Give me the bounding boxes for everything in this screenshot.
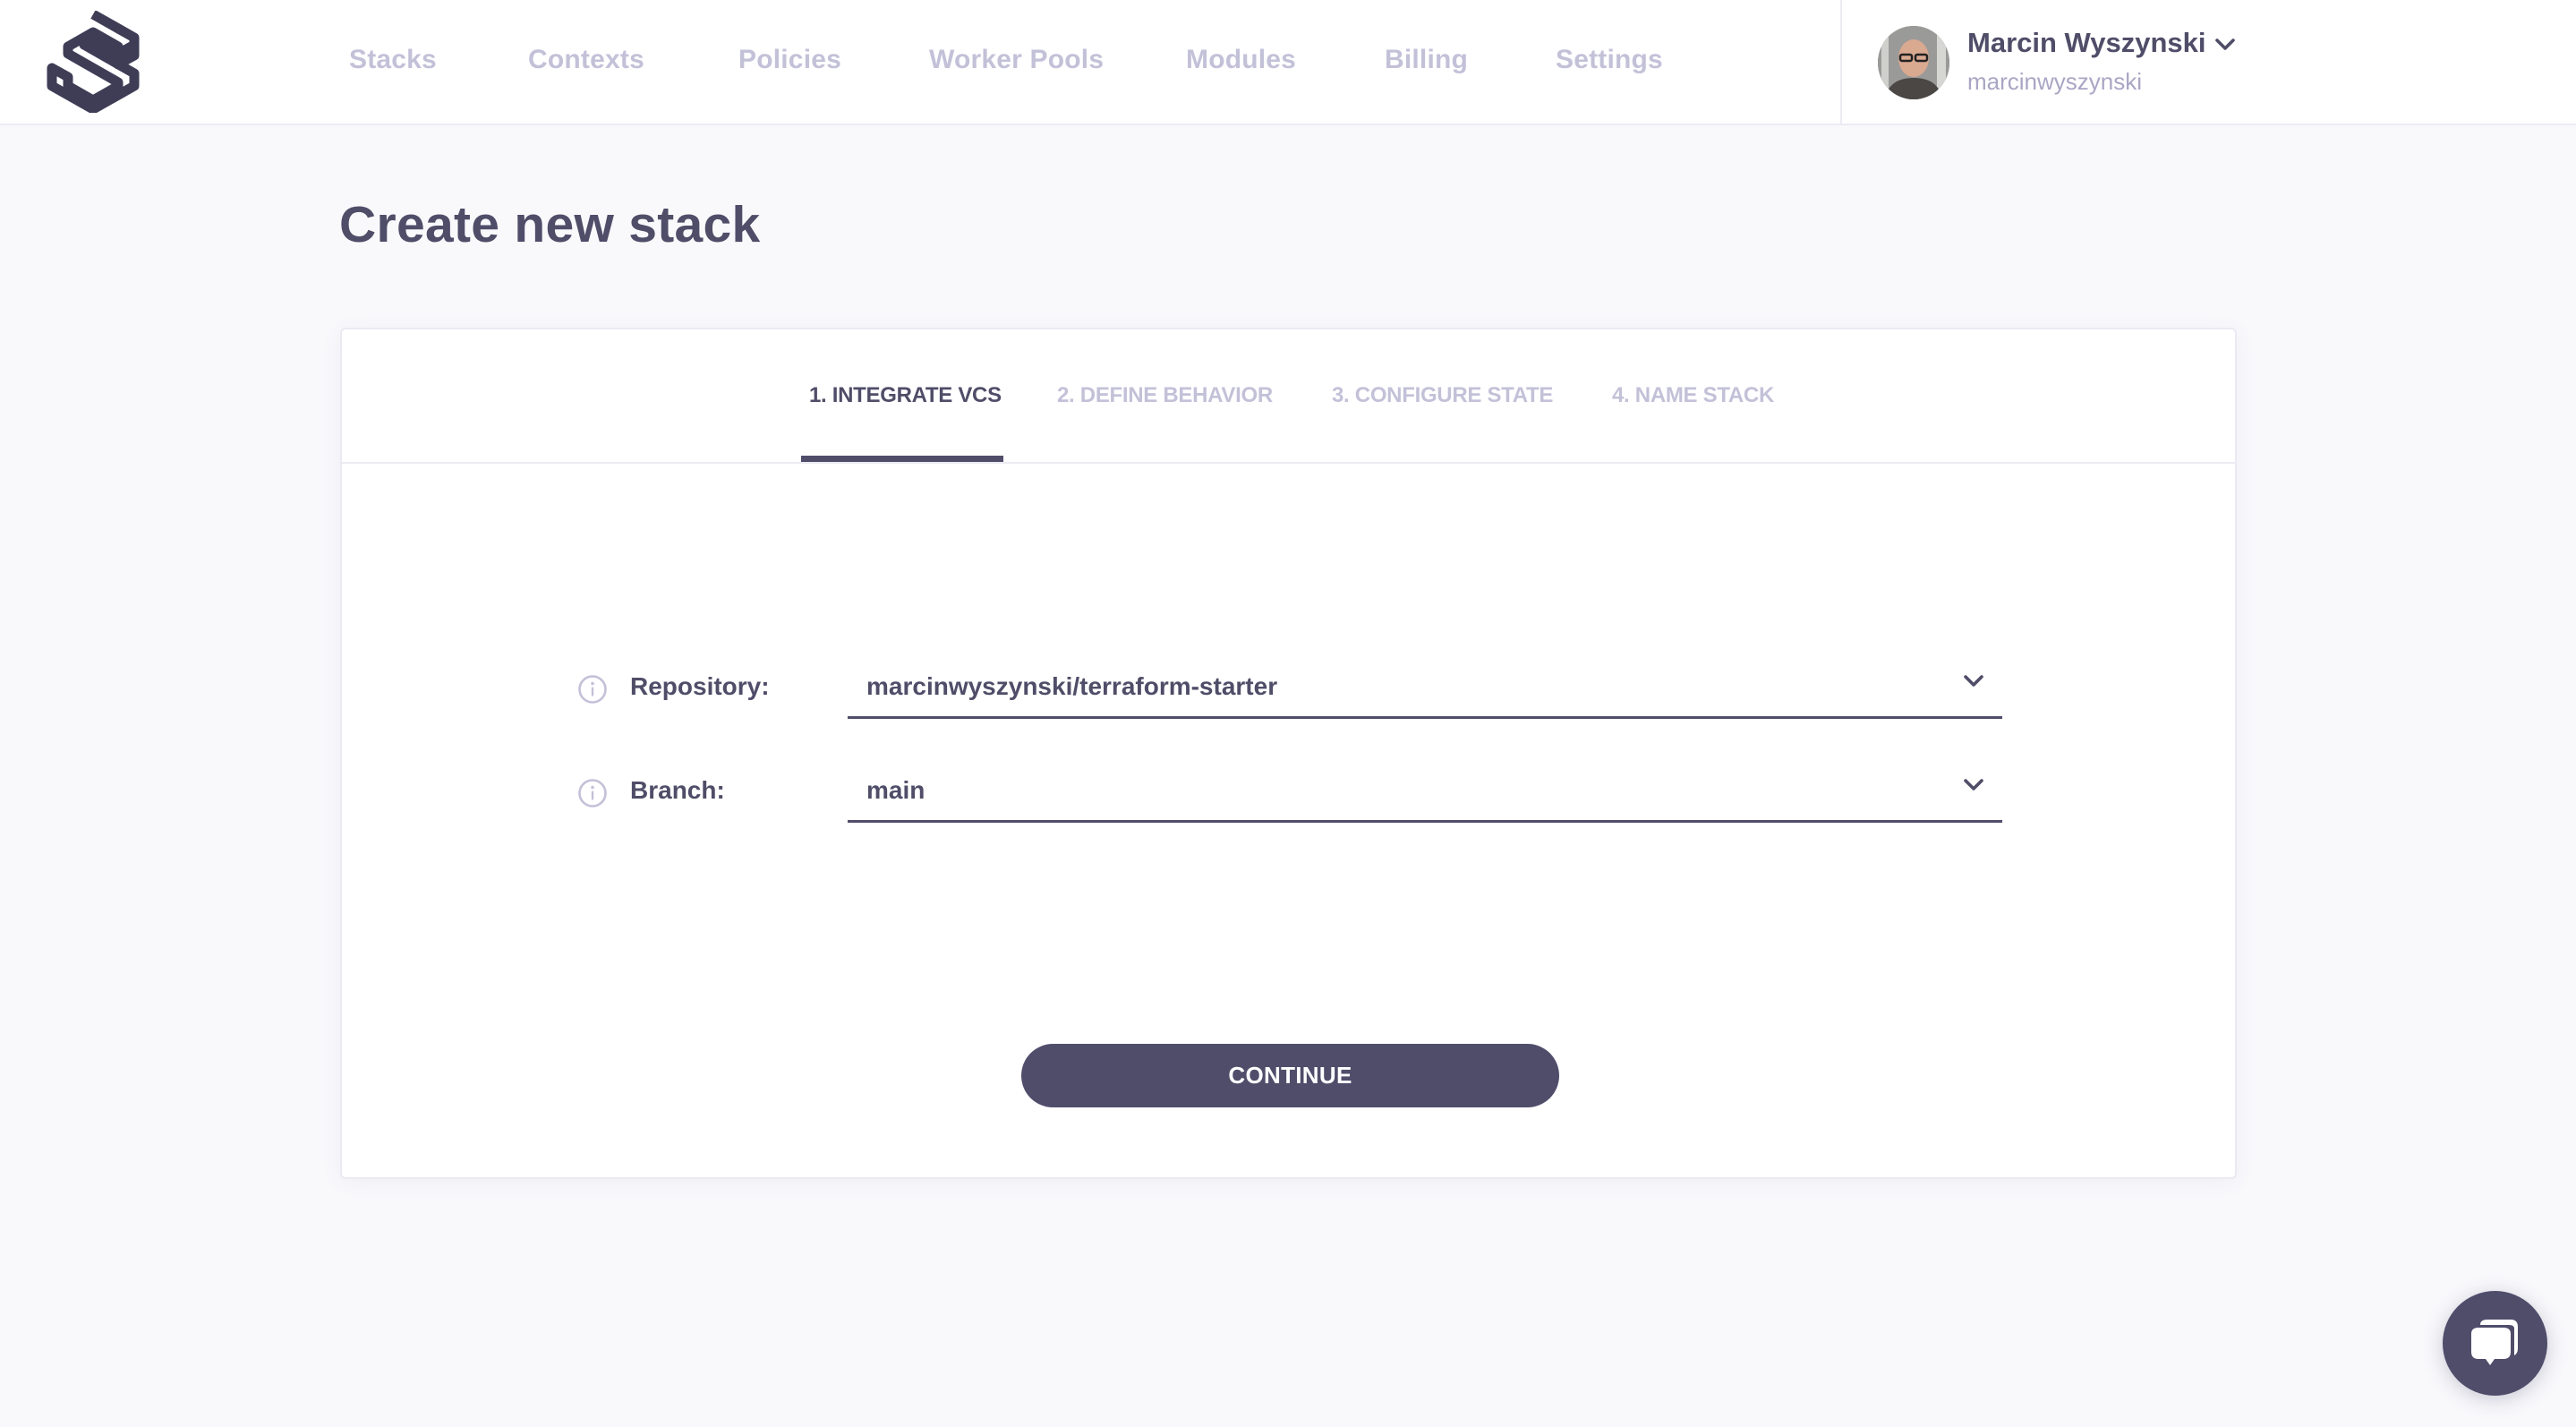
branch-row: Branch: main bbox=[342, 763, 2235, 834]
page-title: Create new stack bbox=[339, 196, 761, 253]
nav-stacks[interactable]: Stacks bbox=[349, 45, 437, 75]
active-tab-indicator bbox=[801, 456, 1003, 462]
repository-value: marcinwyszynski/terraform-starter bbox=[866, 672, 1278, 700]
tab-name-stack[interactable]: 4. NAME STACK bbox=[1612, 383, 1774, 408]
wizard-tabs: 1. INTEGRATE VCS 2. DEFINE BEHAVIOR 3. C… bbox=[342, 329, 2235, 464]
repository-row: Repository: marcinwyszynski/terraform-st… bbox=[342, 659, 2235, 731]
branch-label: Branch: bbox=[630, 776, 725, 804]
user-name: Marcin Wyszynski bbox=[1967, 27, 2206, 58]
branch-select[interactable]: main bbox=[848, 767, 2002, 823]
chat-widget-button[interactable] bbox=[2443, 1291, 2547, 1396]
repository-label: Repository: bbox=[630, 672, 770, 700]
top-header: Stacks Contexts Policies Worker Pools Mo… bbox=[0, 0, 2576, 125]
continue-button[interactable]: CONTINUE bbox=[1021, 1044, 1559, 1107]
chevron-down-icon bbox=[1964, 779, 1983, 790]
spacelift-logo-icon[interactable] bbox=[47, 11, 140, 113]
tab-define-behavior[interactable]: 2. DEFINE BEHAVIOR bbox=[1057, 383, 1273, 408]
avatar-photo-icon bbox=[1878, 26, 1949, 99]
avatar bbox=[1878, 26, 1949, 99]
nav-settings[interactable]: Settings bbox=[1556, 45, 1663, 75]
user-login: marcinwyszynski bbox=[1967, 68, 2143, 95]
info-icon[interactable] bbox=[577, 778, 608, 808]
repository-select[interactable]: marcinwyszynski/terraform-starter bbox=[848, 663, 2002, 719]
nav-contexts[interactable]: Contexts bbox=[528, 45, 644, 75]
nav-worker-pools[interactable]: Worker Pools bbox=[929, 45, 1104, 75]
tab-configure-state[interactable]: 3. CONFIGURE STATE bbox=[1332, 383, 1553, 408]
nav-policies[interactable]: Policies bbox=[738, 45, 841, 75]
chat-bubbles-icon bbox=[2471, 1320, 2518, 1365]
header-divider bbox=[1840, 0, 1842, 124]
nav-billing[interactable]: Billing bbox=[1385, 45, 1468, 75]
nav-modules[interactable]: Modules bbox=[1186, 45, 1296, 75]
chevron-down-icon[interactable] bbox=[2213, 36, 2238, 54]
tab-integrate-vcs[interactable]: 1. INTEGRATE VCS bbox=[809, 383, 1002, 408]
chevron-down-icon bbox=[1964, 675, 1983, 687]
create-stack-card: 1. INTEGRATE VCS 2. DEFINE BEHAVIOR 3. C… bbox=[340, 328, 2237, 1179]
info-icon[interactable] bbox=[577, 674, 608, 705]
branch-value: main bbox=[866, 776, 925, 804]
